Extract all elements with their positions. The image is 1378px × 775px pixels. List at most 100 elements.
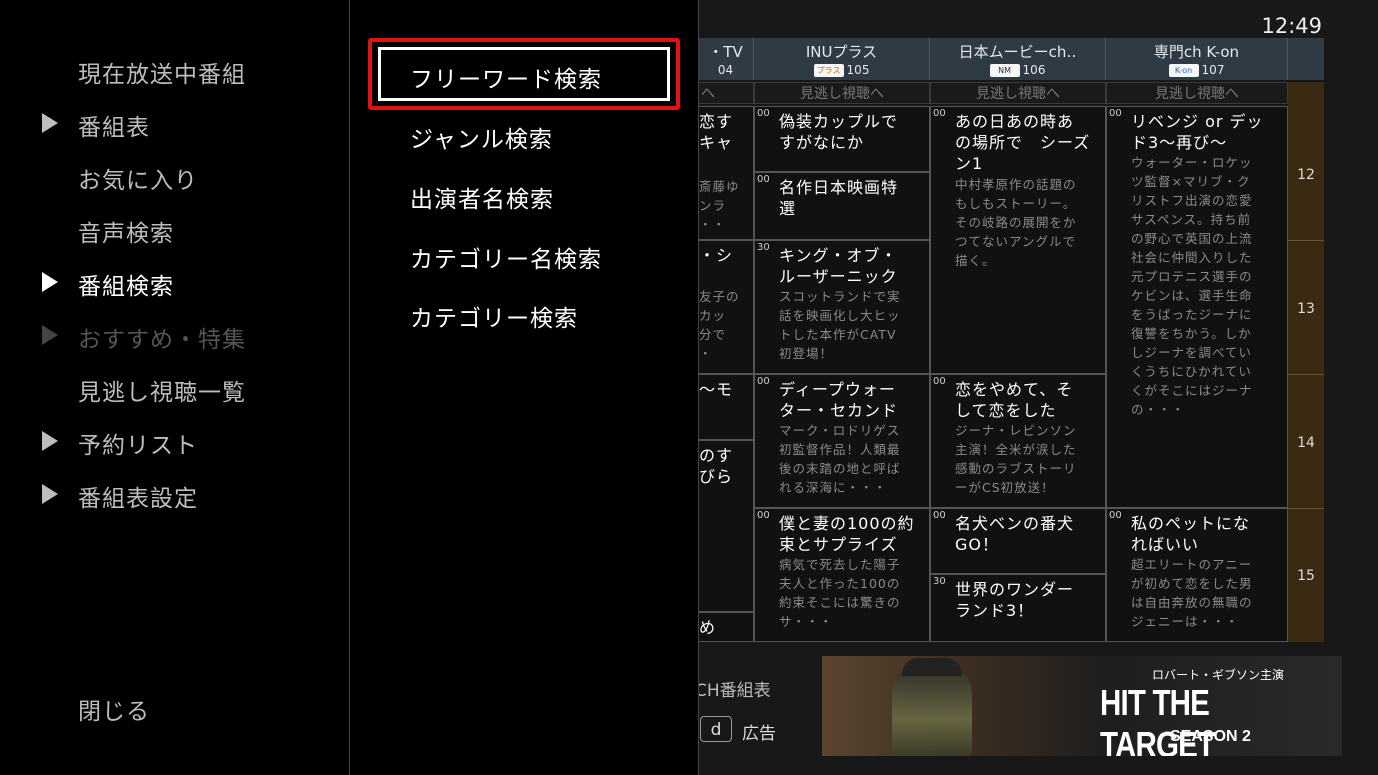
program-cell[interactable]: 恋す キャ 斎藤ゆ ンラ ・・ [698,106,754,240]
menu-item-program-search[interactable]: 番組検索 [78,267,174,301]
program-title: あの日あの時あ の場所で シーズ ン1 [955,112,1091,173]
ad-figure-image [892,664,972,756]
program-cell[interactable]: 00 偽装カップルで すがなにか [754,106,930,172]
catchup-link[interactable]: 見逃し視聴へ [1106,82,1288,104]
channel-header-105[interactable]: INUプラス プラス 105 [754,38,930,80]
program-title: 恋す キャ [699,112,734,152]
submenu-item-genre-search[interactable]: ジャンル検索 [410,120,553,154]
channel-name: 専門ch K-on [1153,43,1240,61]
program-cell[interactable]: め [698,612,754,642]
program-title: キング・オブ・ ルーザーニック [779,246,898,286]
channel-logo-icon: プラス [813,64,844,77]
program-minute: 00 [933,510,946,521]
catchup-link[interactable]: 見逃し視聴へ [754,82,930,104]
program-cell[interactable]: 30 キング・オブ・ ルーザーニック スコットランドで実 話を映画化し大ヒッ ト… [754,240,930,374]
menu-item-favorites[interactable]: お気に入り [78,161,198,195]
menu-item-now-on-air[interactable]: 現在放送中番組 [78,55,246,89]
catchup-link[interactable]: へ [698,82,754,104]
time-column: 12 13 14 15 [1288,82,1324,642]
program-minute: 00 [1109,108,1122,119]
program-cell[interactable]: のす びら [698,440,754,612]
menu-item-voice-search[interactable]: 音声検索 [78,214,174,248]
program-minute: 30 [933,576,946,587]
program-cell[interactable]: 00 私のペットにな ればいい 超エリートのアニー が初めて恋をした男 は自由奔… [1106,508,1288,642]
channel-header-106[interactable]: 日本ムービーch‥ NM 106 [930,38,1106,80]
program-cell[interactable]: 30 世界のワンダー ランド3！ [930,574,1106,642]
program-description: ウォーター・ロケッ ツ監督×マリブ・ク リストフ出演の恋愛 サスペンス。持ち前 … [1131,155,1253,417]
program-title: のす びら [699,446,734,486]
ad-tagline: ロバート・ギブソン主演 [1152,668,1285,682]
hour-label: 14 [1297,435,1315,451]
program-cell[interactable]: 〜モ [698,374,754,440]
program-description: 中村孝原作の話題の もしもストーリー。 その岐路の展開をか つてないアングルで … [955,177,1077,268]
program-cell[interactable]: 00 恋をやめて、そ して恋をした ジーナ・レビンソン 主演！全米が涙した 感動… [930,374,1106,508]
chevron-right-icon [42,431,58,451]
program-description: 病気で死去した陽子 夫人と作った100の 約束そこには驚きの サ・・・ [779,557,901,629]
submenu-item-category-search[interactable]: カテゴリー検索 [410,299,578,333]
chevron-right-icon [42,484,58,504]
channel-name: 日本ムービーch‥ [958,43,1077,61]
program-cell[interactable]: ・シ 友子の カッ 分で ・ [698,240,754,374]
program-title: 名犬ベンの番犬 GO！ [955,514,1075,554]
program-cell[interactable]: 00 リベンジ or デッ ド3〜再び〜 ウォーター・ロケッ ツ監督×マリブ・ク… [1106,106,1288,508]
channel-name: INUプラス [805,43,878,61]
program-title: 僕と妻の100の約 束とサプライズ [779,514,915,554]
hour-label: 13 [1297,301,1315,317]
program-cell[interactable]: 00 あの日あの時あ の場所で シーズ ン1 中村孝原作の話題の もしもストーリ… [930,106,1106,374]
hour-label: 12 [1297,167,1315,183]
clock: 12:49 [1261,14,1322,38]
program-minute: 00 [757,108,770,119]
program-cell[interactable]: 00 僕と妻の100の約 束とサプライズ 病気で死去した陽子 夫人と作った100… [754,508,930,642]
program-description: 斎藤ゆ ンラ ・・ [699,179,740,232]
program-cell[interactable]: 00 ディープウォー ター・セカンド マーク・ロドリゲス 初監督作品！人類最 後… [754,374,930,508]
channel-number: 04 [717,63,734,77]
main-menu: 現在放送中番組 番組表 お気に入り 音声検索 番組検索 おすすめ・特集 見逃し視… [0,0,350,775]
hour-label: 15 [1297,568,1315,584]
program-title: 恋をやめて、そ して恋をした [955,380,1074,420]
channel-header-104[interactable]: ・TV 04 [698,38,754,80]
program-title: 私のペットにな ればいい [1131,514,1251,554]
channel-number: 105 [846,63,870,77]
hour-divider [1288,240,1324,241]
hour-divider [1288,374,1324,375]
channel-name: ・TV [708,43,743,61]
program-minute: 00 [757,174,770,185]
channel-number: 107 [1201,63,1225,77]
program-minute: 00 [933,108,946,119]
program-title: ディープウォー ター・セカンド [779,380,899,420]
program-description: 超エリートのアニー が初めて恋をした男 は自由奔放の無職の ジェニーは・・・ [1131,557,1253,629]
program-minute: 30 [757,242,770,253]
program-description: ジーナ・レビンソン 主演！全米が涙した 感動のラブストーリ ーがCS初放送！ [955,423,1077,495]
ad-hat-image [902,658,962,676]
submenu-item-performer-search[interactable]: 出演者名検索 [410,180,554,214]
menu-item-recommended: おすすめ・特集 [78,327,246,353]
menu-item-catchup-list[interactable]: 見逃し視聴一覧 [78,373,246,407]
ch-guide-label: CH番組表 [695,681,771,701]
catchup-link[interactable]: 見逃し視聴へ [930,82,1106,104]
chevron-right-icon [42,325,58,345]
program-cell[interactable]: 00 名作日本映画特 選 [754,172,930,240]
chevron-right-icon [42,272,58,292]
menu-item-program-guide[interactable]: 番組表 [78,108,150,142]
program-description: マーク・ロドリゲス 初監督作品！人類最 後の末踏の地と呼ば れる深海に・・・ [779,423,901,495]
d-button[interactable]: d [700,716,732,742]
program-minute: 00 [933,376,946,387]
menu-item-guide-settings[interactable]: 番組表設定 [78,479,198,513]
program-title: ・シ [699,246,734,265]
program-cell[interactable]: 00 名犬ベンの番犬 GO！ [930,508,1106,574]
ad-season: SEASON 2 [1170,728,1251,745]
submenu-item-freeword-search[interactable]: フリーワード検索 [410,60,602,94]
program-title: 名作日本映画特 選 [779,178,899,218]
menu-item-reservations[interactable]: 予約リスト [78,426,198,460]
ad-banner[interactable]: ロバート・ギブソン主演 HIT THE TARGET SEASON 2 [822,656,1342,756]
channel-logo-icon: K-on [1168,64,1199,77]
close-button[interactable]: 閉じる [78,692,150,726]
program-title: め [699,618,717,637]
program-minute: 00 [757,376,770,387]
submenu-item-category-name-search[interactable]: カテゴリー名検索 [410,240,602,274]
channel-logo-icon: NM [989,64,1020,77]
chevron-right-icon [42,113,58,133]
channel-header-107[interactable]: 専門ch K-on K-on 107 [1106,38,1288,80]
channel-number: 106 [1022,63,1046,77]
program-minute: 00 [1109,510,1122,521]
